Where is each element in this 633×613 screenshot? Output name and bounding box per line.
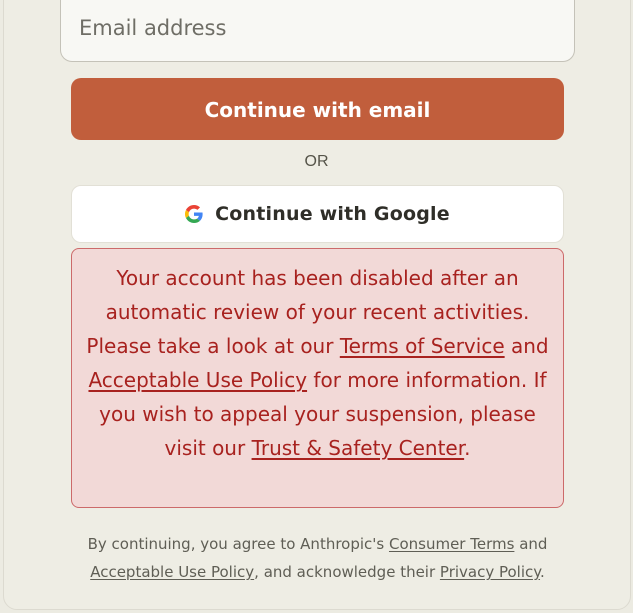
account-disabled-alert: Your account has been disabled after an … [71,248,564,508]
continue-with-google-button[interactable]: Continue with Google [71,185,564,243]
trust-and-safety-center-link[interactable]: Trust & Safety Center [252,436,465,460]
alert-text: and [504,334,549,358]
footer-text: and [514,535,548,553]
google-button-label: Continue with Google [215,203,450,225]
terms-of-service-link[interactable]: Terms of Service [340,334,505,358]
footer-text: . [540,563,545,581]
alert-text: . [464,436,471,460]
continue-with-email-button[interactable]: Continue with email [71,78,564,140]
acceptable-use-policy-link[interactable]: Acceptable Use Policy [88,368,307,392]
email-field[interactable] [60,0,575,62]
footer-text: By continuing, you agree to Anthropic's [87,535,389,553]
footer-acceptable-use-policy-link[interactable]: Acceptable Use Policy [90,563,254,581]
legal-footer: By continuing, you agree to Anthropic's … [60,530,575,586]
privacy-policy-link[interactable]: Privacy Policy [440,563,540,581]
google-icon [185,205,203,223]
or-divider-label: OR [304,153,329,170]
footer-text: , and acknowledge their [254,563,440,581]
consumer-terms-link[interactable]: Consumer Terms [389,535,514,553]
